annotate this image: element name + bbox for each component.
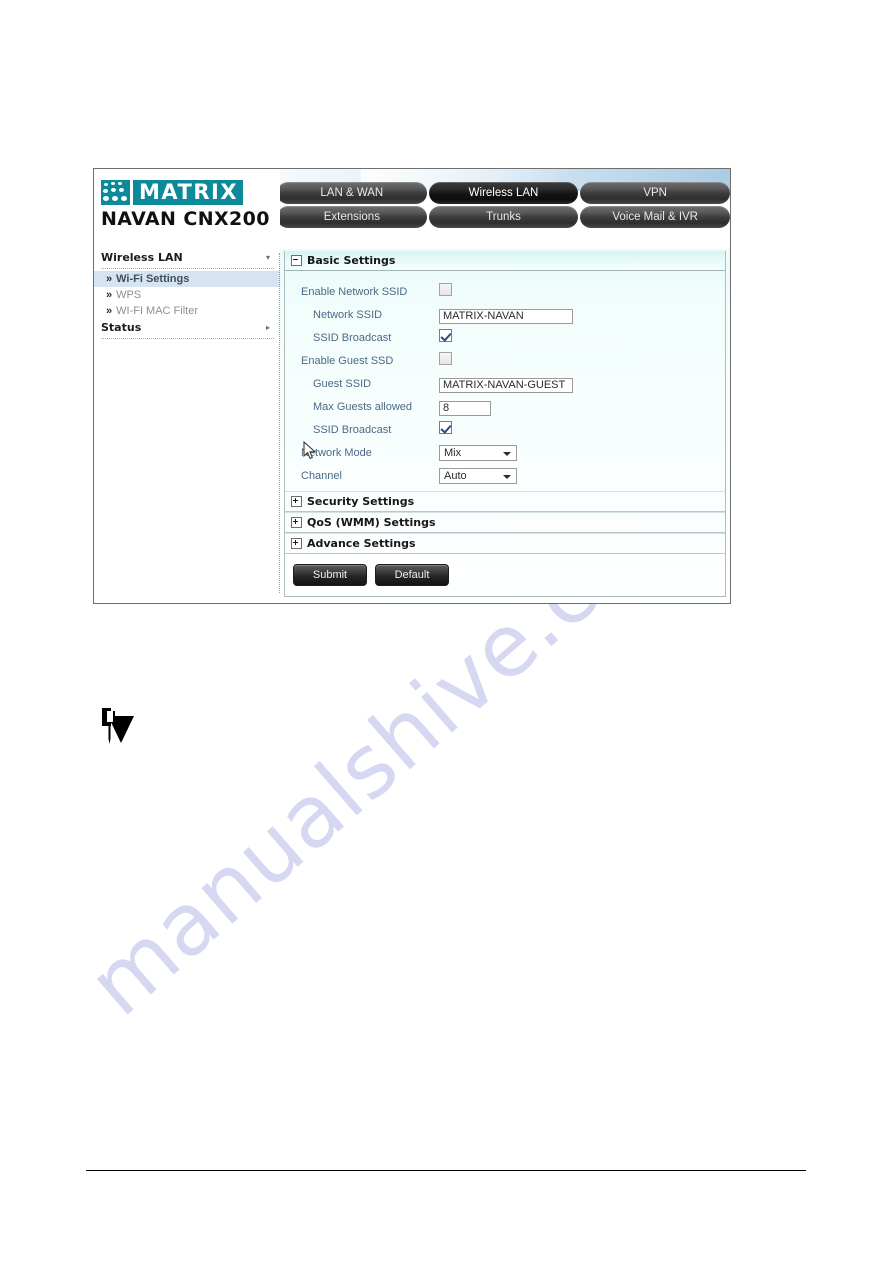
sidebar-item-label: WPS	[116, 289, 142, 301]
label-enable-guest-ssid: Enable Guest SSD	[301, 354, 394, 367]
sidebar-group-label: Status	[101, 321, 142, 334]
double-chevron-icon: »	[106, 289, 112, 301]
main-tab-bar: LAN & WAN Wireless LAN VPN Extensions Tr…	[277, 182, 731, 230]
field-enable-guest-ssid	[439, 351, 599, 370]
sidebar-item-wps[interactable]: » WPS	[94, 287, 280, 303]
plus-box-icon[interactable]	[291, 496, 302, 507]
network-mode-dropdown[interactable]: Mix	[439, 444, 517, 461]
sidebar-group-wireless-lan[interactable]: Wireless LAN ▾	[94, 249, 280, 266]
chevron-down-icon: ▾	[265, 252, 270, 262]
chevron-down-icon	[503, 451, 511, 456]
brand-block: MATRIX NAVAN CNX200	[94, 169, 280, 249]
channel-value: Auto	[444, 469, 467, 482]
checkbox-ssid-broadcast-guest[interactable]	[439, 420, 452, 434]
submit-button[interactable]: Submit	[293, 564, 367, 586]
tab-vpn[interactable]: VPN	[580, 182, 731, 204]
plus-box-icon[interactable]	[291, 517, 302, 528]
guest-ssid-input[interactable]	[439, 377, 573, 393]
checkbox-enable-guest-ssid[interactable]	[439, 351, 452, 365]
row-enable-guest-ssid: Enable Guest SSD	[285, 349, 725, 372]
section-title: Advance Settings	[307, 537, 416, 550]
row-enable-network-ssid: Enable Network SSID	[285, 280, 725, 303]
tab-extensions[interactable]: Extensions	[277, 206, 427, 228]
footer-divider	[86, 1170, 806, 1171]
section-title: Basic Settings	[307, 254, 396, 267]
double-chevron-icon: »	[106, 305, 112, 317]
max-guests-input[interactable]	[439, 400, 491, 416]
label-guest-ssid: Guest SSID	[313, 377, 372, 390]
section-header-advance-settings[interactable]: Advance Settings	[285, 533, 725, 554]
tab-row-1: LAN & WAN Wireless LAN VPN	[277, 182, 731, 204]
row-ssid-broadcast-guest: SSID Broadcast	[285, 418, 725, 441]
sidebar-item-label: Wi-Fi Settings	[116, 273, 190, 285]
device-model: NAVAN CNX200	[101, 208, 270, 230]
label-ssid-broadcast-guest: SSID Broadcast	[313, 423, 392, 436]
sidebar-divider	[101, 268, 274, 269]
checkbox-ssid-broadcast-network[interactable]	[439, 328, 452, 342]
field-ssid-broadcast-guest	[439, 420, 599, 439]
label-channel: Channel	[301, 469, 342, 482]
matrix-wordmark: MATRIX	[133, 180, 244, 205]
action-button-bar: Submit Default	[285, 554, 725, 586]
network-ssid-input[interactable]	[439, 308, 573, 324]
tab-lan-wan[interactable]: LAN & WAN	[277, 182, 427, 204]
section-title: Security Settings	[307, 495, 415, 508]
tab-voice-mail-ivr[interactable]: Voice Mail & IVR	[580, 206, 731, 228]
checkbox-enable-network-ssid[interactable]	[439, 282, 452, 296]
content-area: Basic Settings Enable Network SSID Netwo…	[280, 249, 730, 603]
row-channel: Channel Auto	[285, 464, 725, 487]
sidebar-nav: Wireless LAN ▾ » Wi-Fi Settings » WPS » …	[94, 249, 280, 603]
sidebar-item-wifi-mac-filter[interactable]: » WI-FI MAC Filter	[94, 303, 280, 319]
minus-box-icon[interactable]	[291, 255, 302, 266]
section-header-security-settings[interactable]: Security Settings	[285, 491, 725, 512]
sidebar-group-status[interactable]: Status ▸	[94, 319, 280, 336]
matrix-logo: MATRIX	[101, 180, 244, 205]
plus-box-icon[interactable]	[291, 538, 302, 549]
field-enable-network-ssid	[439, 282, 599, 301]
tab-trunks[interactable]: Trunks	[428, 206, 579, 228]
row-network-mode: Network Mode Mix	[285, 441, 725, 464]
section-header-basic-settings[interactable]: Basic Settings	[285, 251, 725, 271]
field-network-mode: Mix	[439, 444, 599, 461]
settings-panel: Basic Settings Enable Network SSID Netwo…	[284, 251, 726, 597]
basic-settings-form: Enable Network SSID Network SSID SSID Br…	[285, 271, 725, 491]
sidebar-item-wifi-settings[interactable]: » Wi-Fi Settings	[94, 271, 280, 287]
chevron-right-icon: ▸	[265, 322, 270, 332]
label-ssid-broadcast-network: SSID Broadcast	[313, 331, 392, 344]
field-max-guests	[439, 398, 599, 416]
field-ssid-broadcast-network	[439, 328, 599, 347]
network-mode-value: Mix	[444, 446, 462, 459]
matrix-dots-logo-icon	[101, 180, 130, 205]
label-enable-network-ssid: Enable Network SSID	[301, 285, 408, 298]
label-max-guests: Max Guests allowed	[313, 400, 413, 413]
router-web-ui-screenshot: MATRIX NAVAN CNX200 LAN & WAN Wireless L…	[93, 168, 731, 604]
field-channel: Auto	[439, 467, 599, 484]
note-pointer-icon	[102, 708, 134, 744]
label-network-ssid: Network SSID	[313, 308, 383, 321]
tab-wireless-lan[interactable]: Wireless LAN	[428, 182, 579, 204]
sidebar-divider	[101, 338, 274, 339]
channel-dropdown[interactable]: Auto	[439, 467, 517, 484]
default-button[interactable]: Default	[375, 564, 449, 586]
section-title: QoS (WMM) Settings	[307, 516, 436, 529]
row-ssid-broadcast-network: SSID Broadcast	[285, 326, 725, 349]
double-chevron-icon: »	[106, 273, 112, 285]
tab-row-2: Extensions Trunks Voice Mail & IVR	[277, 206, 731, 228]
mouse-cursor-icon	[303, 441, 317, 460]
row-guest-ssid: Guest SSID	[285, 372, 725, 395]
section-header-qos-wmm-settings[interactable]: QoS (WMM) Settings	[285, 512, 725, 533]
sidebar-content-separator	[279, 253, 280, 593]
chevron-down-icon	[503, 474, 511, 479]
sidebar-item-label: WI-FI MAC Filter	[116, 305, 199, 317]
field-guest-ssid	[439, 375, 599, 393]
row-max-guests: Max Guests allowed	[285, 395, 725, 418]
sidebar-group-label: Wireless LAN	[101, 251, 183, 264]
row-network-ssid: Network SSID	[285, 303, 725, 326]
field-network-ssid	[439, 306, 599, 324]
